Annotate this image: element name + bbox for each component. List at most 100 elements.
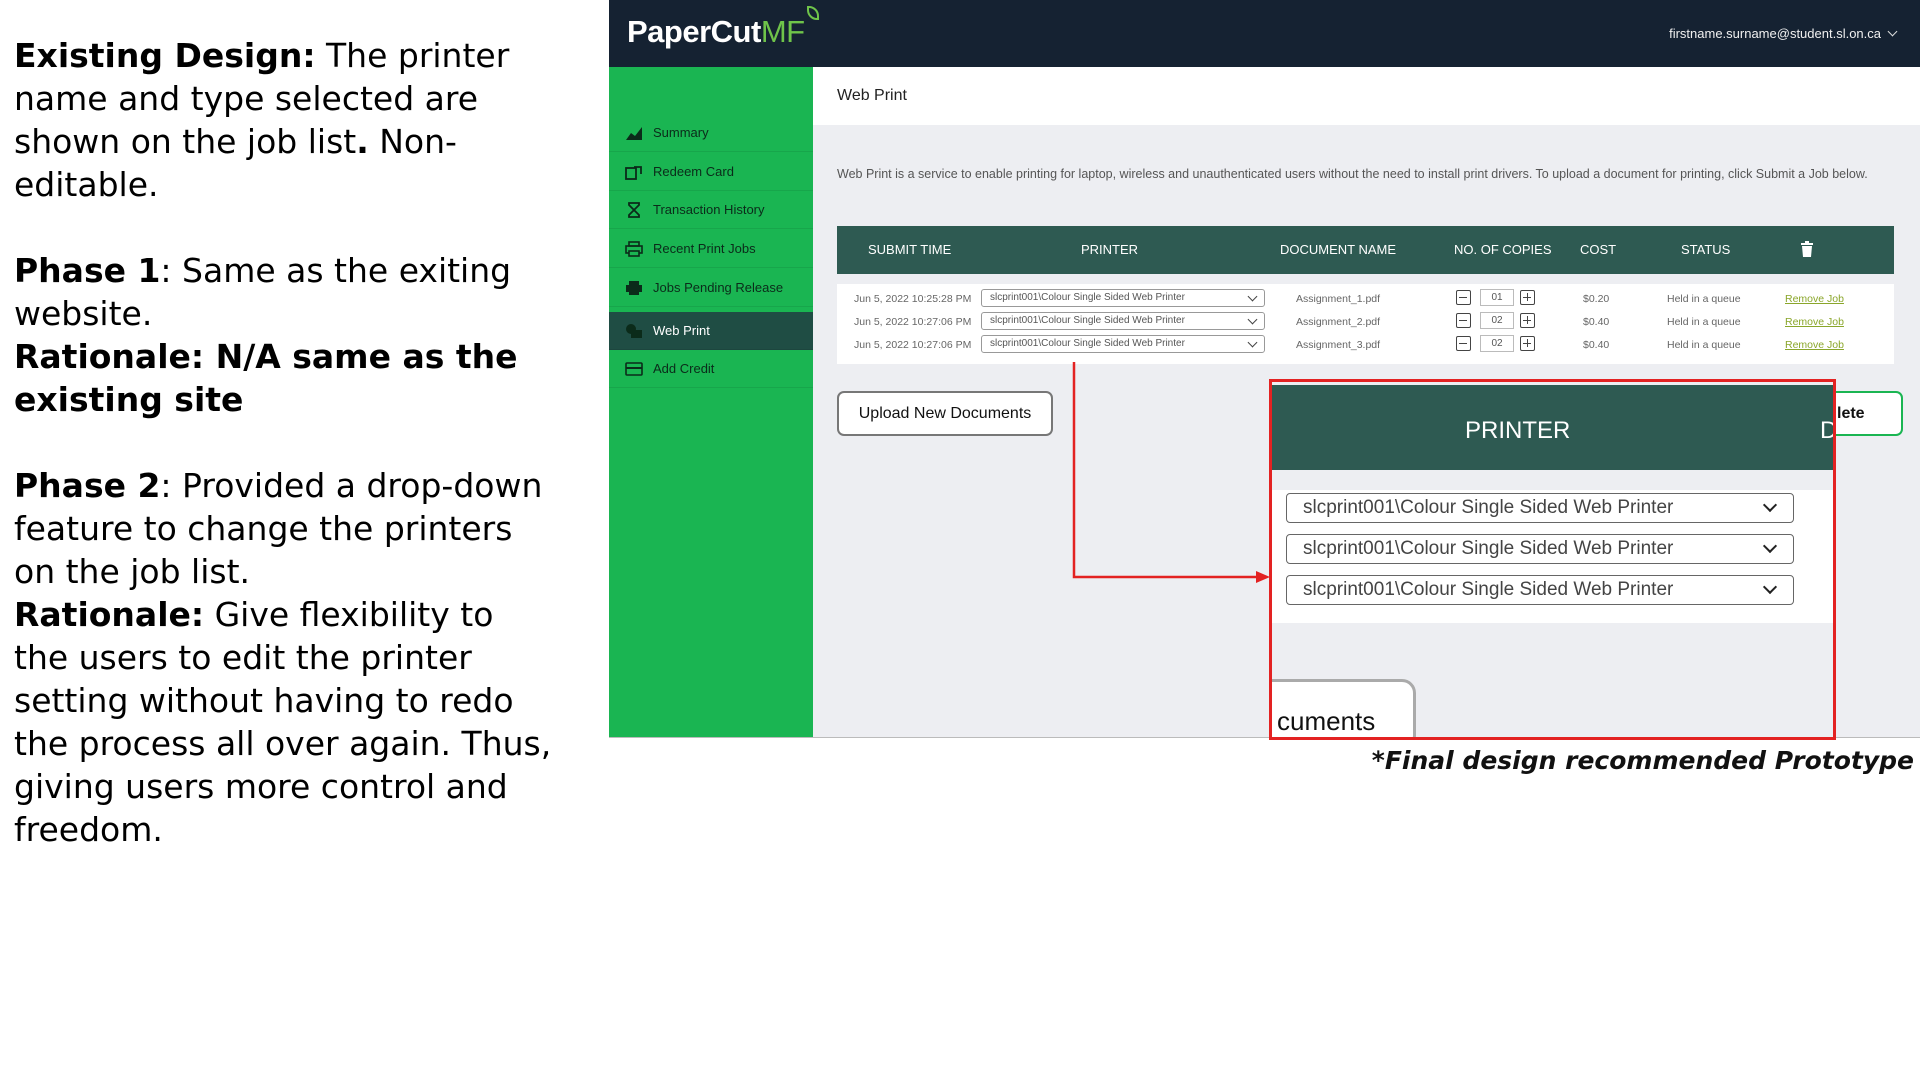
leaf-icon xyxy=(806,6,819,20)
zoom-header-partial: D xyxy=(1820,417,1836,444)
chevron-down-icon xyxy=(1762,538,1778,554)
chart-icon xyxy=(626,126,642,140)
sidebar-item-label: Recent Print Jobs xyxy=(653,241,756,256)
printer-select[interactable]: slcprint001\Colour Single Sided Web Prin… xyxy=(981,312,1265,330)
copies-stepper[interactable]: 02 xyxy=(1456,335,1546,353)
header-document-name: DOCUMENT NAME xyxy=(1280,242,1397,257)
copies-stepper[interactable]: 01 xyxy=(1456,289,1546,307)
row-submit-time: Jun 5, 2022 10:27:06 PM xyxy=(854,316,972,328)
existing-design-dot: . xyxy=(356,122,369,161)
zoom-select-value: slcprint001\Colour Single Sided Web Prin… xyxy=(1303,497,1674,518)
hourglass-icon xyxy=(628,201,640,218)
copies-stepper[interactable]: 02 xyxy=(1456,312,1546,330)
chevron-down-icon xyxy=(1762,579,1778,595)
sidebar-item-label: Transaction History xyxy=(653,202,765,217)
zoom-printer-select[interactable]: slcprint001\Colour Single Sided Web Prin… xyxy=(1286,575,1794,605)
printer-select[interactable]: slcprint001\Colour Single Sided Web Prin… xyxy=(981,335,1265,353)
row-status: Held in a queue xyxy=(1667,339,1741,351)
sidebar-item-redeem-card[interactable]: Redeem Card xyxy=(609,153,813,191)
row-document-name: Assignment_1.pdf xyxy=(1296,293,1381,305)
sidebar-item-label: Redeem Card xyxy=(653,164,734,179)
zoom-printer-select[interactable]: slcprint001\Colour Single Sided Web Prin… xyxy=(1286,534,1794,564)
remove-job-link[interactable]: Remove Job xyxy=(1785,316,1844,328)
web-print-icon xyxy=(626,323,642,338)
phase2-rationale: Rationale: Give flexibility to the users… xyxy=(14,593,554,851)
row-status: Held in a queue xyxy=(1667,316,1741,328)
row-submit-time: Jun 5, 2022 10:25:28 PM xyxy=(854,293,972,305)
printer-icon xyxy=(625,240,643,257)
page-description: Web Print is a service to enable printin… xyxy=(837,167,1868,181)
trash-icon[interactable] xyxy=(1800,241,1814,257)
plus-icon[interactable] xyxy=(1520,313,1535,328)
remove-job-link[interactable]: Remove Job xyxy=(1785,339,1844,351)
minus-icon[interactable] xyxy=(1456,290,1471,305)
sidebar: Summary Redeem Card Transaction History … xyxy=(609,67,813,737)
redeem-card-icon xyxy=(625,165,642,180)
chevron-down-icon xyxy=(1887,26,1898,37)
minus-icon[interactable] xyxy=(1456,336,1471,351)
printer-select-value: slcprint001\Colour Single Sided Web Prin… xyxy=(990,338,1185,349)
printer-zoom-callout: PRINTER D slcprint001\Colour Single Side… xyxy=(1269,379,1836,740)
row-cost: $0.20 xyxy=(1583,293,1610,305)
copies-value[interactable]: 01 xyxy=(1480,289,1514,306)
sidebar-item-label: Add Credit xyxy=(653,361,715,376)
zoom-select-value: slcprint001\Colour Single Sided Web Prin… xyxy=(1303,538,1674,559)
chevron-down-icon xyxy=(1762,497,1778,513)
table-row: Jun 5, 2022 10:25:28 PM slcprint001\Colo… xyxy=(837,287,1894,310)
chevron-down-icon xyxy=(1247,291,1258,302)
plus-icon[interactable] xyxy=(1520,336,1535,351)
phase2-note: Phase 2: Provided a drop-down feature to… xyxy=(14,464,554,593)
copies-value[interactable]: 02 xyxy=(1480,312,1514,329)
logo-mf-text: MF xyxy=(760,14,805,49)
zoom-printer-selects: slcprint001\Colour Single Sided Web Prin… xyxy=(1272,490,1833,623)
page-header: Web Print xyxy=(813,67,1920,125)
printer-select-value: slcprint001\Colour Single Sided Web Prin… xyxy=(990,292,1185,303)
credit-card-icon xyxy=(625,361,643,376)
top-bar: PaperCutMF firstname.surname@student.sl.… xyxy=(609,0,1920,67)
row-status: Held in a queue xyxy=(1667,293,1741,305)
printer-select[interactable]: slcprint001\Colour Single Sided Web Prin… xyxy=(981,289,1265,307)
copies-value[interactable]: 02 xyxy=(1480,335,1514,352)
row-cost: $0.40 xyxy=(1583,339,1610,351)
table-row: Jun 5, 2022 10:27:06 PM slcprint001\Colo… xyxy=(837,310,1894,333)
user-email: firstname.surname@student.sl.on.ca xyxy=(1669,26,1881,41)
prototype-caption: *Final design recommended Prototype xyxy=(1371,746,1914,775)
header-copies: NO. OF COPIES xyxy=(1454,242,1552,257)
phase1-rationale-text: Rationale: N/A same as the existing site xyxy=(14,337,518,419)
plus-icon[interactable] xyxy=(1520,290,1535,305)
row-submit-time: Jun 5, 2022 10:27:06 PM xyxy=(854,339,972,351)
phase1-rationale: Rationale: N/A same as the existing site xyxy=(14,335,554,421)
sidebar-item-label: Summary xyxy=(653,125,709,140)
sidebar-item-transaction-history[interactable]: Transaction History xyxy=(609,191,813,229)
upload-new-documents-button[interactable]: Upload New Documents xyxy=(837,391,1053,436)
sidebar-item-recent-print-jobs[interactable]: Recent Print Jobs xyxy=(609,230,813,268)
job-table-body: Jun 5, 2022 10:25:28 PM slcprint001\Colo… xyxy=(837,284,1894,364)
header-status: STATUS xyxy=(1681,242,1731,257)
annotation-notes: Existing Design: The printer name and ty… xyxy=(14,34,554,851)
chevron-down-icon xyxy=(1247,314,1258,325)
zoom-header-printer: PRINTER xyxy=(1465,417,1571,444)
zoom-printer-select[interactable]: slcprint001\Colour Single Sided Web Prin… xyxy=(1286,493,1794,523)
sidebar-item-jobs-pending-release[interactable]: Jobs Pending Release xyxy=(609,269,813,307)
row-cost: $0.40 xyxy=(1583,316,1610,328)
header-printer: PRINTER xyxy=(1081,242,1139,257)
zoom-select-value: slcprint001\Colour Single Sided Web Prin… xyxy=(1303,579,1674,600)
sidebar-item-web-print[interactable]: Web Print xyxy=(609,312,813,350)
header-cost: COST xyxy=(1580,242,1617,257)
phase2-label: Phase 2 xyxy=(14,466,161,505)
sidebar-item-add-credit[interactable]: Add Credit xyxy=(609,350,813,388)
zoom-upload-button[interactable]: cuments xyxy=(1272,679,1416,737)
phase1-note: Phase 1: Same as the exiting website. xyxy=(14,249,554,335)
zoom-table-header: PRINTER D xyxy=(1272,385,1833,470)
chevron-down-icon xyxy=(1247,337,1258,348)
user-menu[interactable]: firstname.surname@student.sl.on.ca xyxy=(1669,26,1898,41)
sidebar-item-summary[interactable]: Summary xyxy=(609,114,813,152)
papercut-logo[interactable]: PaperCutMF xyxy=(627,6,819,50)
remove-job-link[interactable]: Remove Job xyxy=(1785,293,1844,305)
sidebar-item-label: Jobs Pending Release xyxy=(653,280,784,295)
phase2-rationale-label: Rationale: xyxy=(14,595,205,634)
phase1-label: Phase 1 xyxy=(14,251,161,290)
minus-icon[interactable] xyxy=(1456,313,1471,328)
row-document-name: Assignment_2.pdf xyxy=(1296,316,1381,328)
existing-design-label: Existing Design: xyxy=(14,36,316,75)
